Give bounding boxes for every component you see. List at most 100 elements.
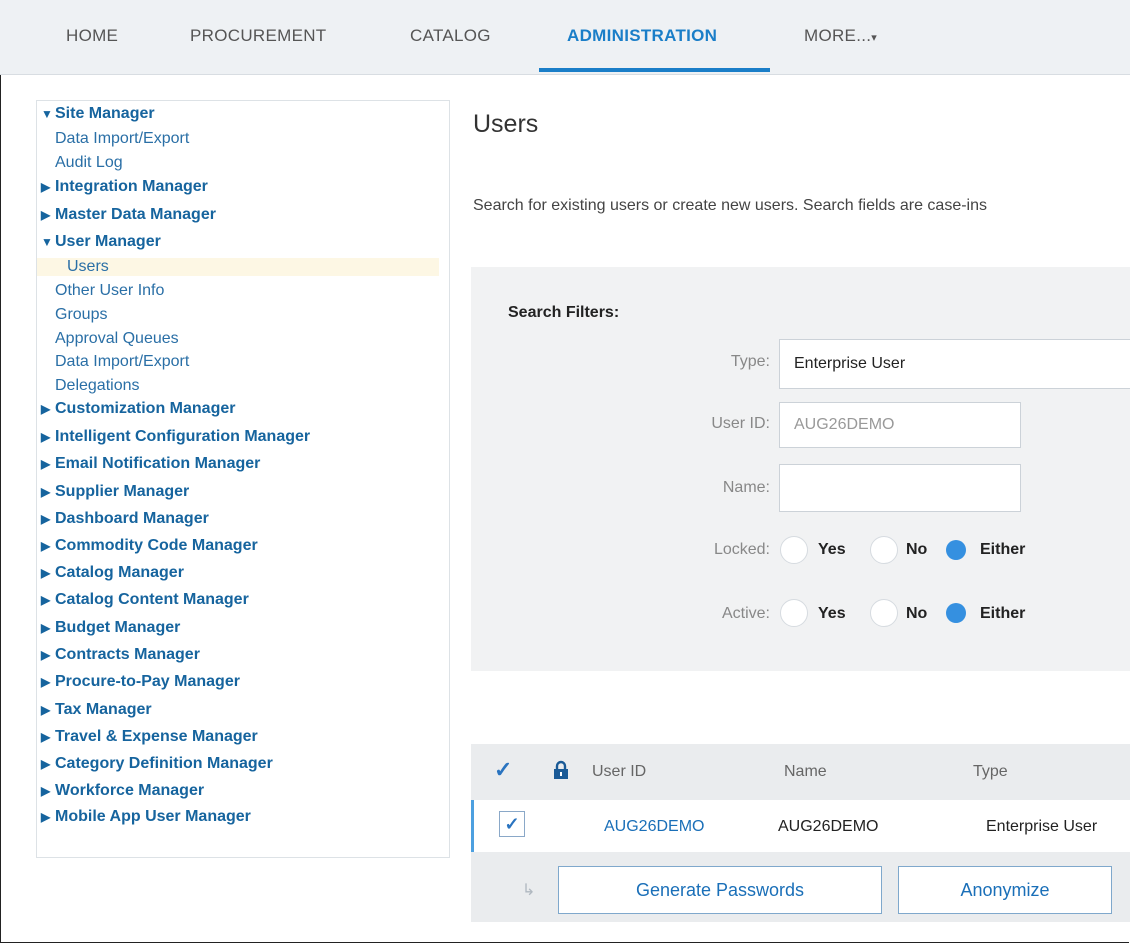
col-header-user-id[interactable]: User ID xyxy=(592,763,646,781)
active-yes-label: Yes xyxy=(818,605,846,622)
locked-yes-radio[interactable] xyxy=(780,536,808,564)
locked-no-radio[interactable] xyxy=(870,536,898,564)
user-id-input[interactable]: AUG26DEMO xyxy=(779,402,1021,448)
sidebar-item-label: Data Import/Export xyxy=(55,130,190,147)
collapsed-arrow-icon: ▶ xyxy=(41,208,51,222)
collapsed-arrow-icon: ▶ xyxy=(41,784,51,798)
sidebar-item-data-import-export[interactable]: Data Import/Export xyxy=(55,353,189,371)
sidebar-item-label: Travel & Expense Manager xyxy=(55,728,258,745)
sidebar-item-catalog-content-manager[interactable]: ▶ Catalog Content Manager xyxy=(41,591,249,609)
sidebar-item-integration-manager[interactable]: ▶ Integration Manager xyxy=(41,178,208,196)
sidebar-item-email-notification-manager[interactable]: ▶ Email Notification Manager xyxy=(41,455,260,473)
sidebar-item-supplier-manager[interactable]: ▶ Supplier Manager xyxy=(41,483,189,501)
active-yes-radio[interactable] xyxy=(780,599,808,627)
sidebar-item-label: Master Data Manager xyxy=(55,206,216,223)
expanded-arrow-icon: ▼ xyxy=(41,235,53,249)
tab-more[interactable]: MORE...▾ xyxy=(804,26,877,46)
sidebar-item-site-manager[interactable]: ▼ Site Manager xyxy=(41,105,155,123)
sidebar-item-delegations[interactable]: Delegations xyxy=(55,377,140,395)
row-user-id-link[interactable]: AUG26DEMO xyxy=(604,818,704,836)
sidebar-item-workforce-manager[interactable]: ▶ Workforce Manager xyxy=(41,782,204,800)
sidebar-item-label: Mobile App User Manager xyxy=(55,808,251,825)
row-name: AUG26DEMO xyxy=(778,818,879,835)
sidebar-item-label: Delegations xyxy=(55,377,140,394)
sidebar-item-label: Supplier Manager xyxy=(55,483,190,500)
sidebar-item-label: Approval Queues xyxy=(55,330,179,347)
sidebar-item-user-manager[interactable]: ▼ User Manager xyxy=(41,233,161,251)
collapsed-arrow-icon: ▶ xyxy=(41,810,51,824)
sidebar-item-contracts-manager[interactable]: ▶ Contracts Manager xyxy=(41,646,200,664)
active-tab-underline xyxy=(539,68,770,72)
collapsed-arrow-icon: ▶ xyxy=(41,730,51,744)
collapsed-arrow-icon: ▶ xyxy=(41,539,51,553)
sidebar-item-mobile-app-user-manager[interactable]: ▶ Mobile App User Manager xyxy=(41,808,251,826)
anonymize-button[interactable]: Anonymize xyxy=(898,866,1112,914)
sidebar-item-label: Groups xyxy=(55,306,108,323)
sidebar-item-label: Email Notification Manager xyxy=(55,455,261,472)
name-label: Name: xyxy=(722,479,770,496)
sidebar-item-audit-log[interactable]: Audit Log xyxy=(55,154,123,172)
locked-yes-label: Yes xyxy=(818,541,846,558)
sidebar-item-groups[interactable]: Groups xyxy=(55,306,107,324)
collapsed-arrow-icon: ▶ xyxy=(41,180,51,194)
sidebar-item-label: Integration Manager xyxy=(55,178,208,195)
collapsed-arrow-icon: ▶ xyxy=(41,703,51,717)
collapsed-arrow-icon: ▶ xyxy=(41,675,51,689)
sidebar-item-label: Commodity Code Manager xyxy=(55,537,258,554)
sidebar-item-catalog-manager[interactable]: ▶ Catalog Manager xyxy=(41,564,184,582)
collapsed-arrow-icon: ▶ xyxy=(41,593,51,607)
active-no-label: No xyxy=(906,605,928,622)
tab-administration[interactable]: ADMINISTRATION xyxy=(567,26,717,46)
sidebar-item-label: Budget Manager xyxy=(55,619,181,636)
col-header-name[interactable]: Name xyxy=(784,763,827,781)
expanded-arrow-icon: ▼ xyxy=(41,107,53,121)
sidebar-item-intelligent-configuration-manager[interactable]: ▶ Intelligent Configuration Manager xyxy=(41,428,310,446)
sidebar-item-label: Audit Log xyxy=(55,154,123,171)
sidebar-item-travel-expense-manager[interactable]: ▶ Travel & Expense Manager xyxy=(41,728,258,746)
sidebar-item-commodity-code-manager[interactable]: ▶ Commodity Code Manager xyxy=(41,537,258,555)
sidebar-item-category-definition-manager[interactable]: ▶ Category Definition Manager xyxy=(41,755,273,773)
sidebar-item-label: Customization Manager xyxy=(55,400,236,417)
sidebar-item-procure-to-pay-manager[interactable]: ▶ Procure-to-Pay Manager xyxy=(41,673,240,691)
collapsed-arrow-icon: ▶ xyxy=(41,457,51,471)
type-label: Type: xyxy=(730,353,770,370)
row-checkbox[interactable]: ✓ xyxy=(499,811,525,837)
sidebar-item-label: Data Import/Export xyxy=(55,353,190,370)
tab-catalog[interactable]: CATALOG xyxy=(410,26,491,46)
collapsed-arrow-icon: ▶ xyxy=(41,512,51,526)
collapsed-arrow-icon: ▶ xyxy=(41,430,51,444)
active-no-radio[interactable] xyxy=(870,599,898,627)
generate-passwords-button[interactable]: Generate Passwords xyxy=(558,866,882,914)
type-select[interactable]: Enterprise User xyxy=(779,339,1130,389)
collapsed-arrow-icon: ▶ xyxy=(41,757,51,771)
sidebar-item-users[interactable]: Users xyxy=(37,258,439,276)
sidebar-item-label: Users xyxy=(67,258,109,275)
locked-either-radio[interactable] xyxy=(946,540,966,560)
sidebar-item-label: Category Definition Manager xyxy=(55,755,273,772)
select-all-checkbox[interactable]: ✓ xyxy=(494,757,512,783)
top-nav: HOME PROCUREMENT CATALOG ADMINISTRATION … xyxy=(0,0,1130,75)
tab-procurement[interactable]: PROCUREMENT xyxy=(190,26,326,46)
sidebar-item-customization-manager[interactable]: ▶ Customization Manager xyxy=(41,400,235,418)
sidebar-item-label: Tax Manager xyxy=(55,701,152,718)
locked-either-label: Either xyxy=(980,541,1026,558)
active-either-radio[interactable] xyxy=(946,603,966,623)
page-title: Users xyxy=(473,110,539,138)
row-type: Enterprise User xyxy=(986,818,1098,835)
sidebar-item-tax-manager[interactable]: ▶ Tax Manager xyxy=(41,701,152,719)
sidebar-item-label: Site Manager xyxy=(55,105,155,122)
tab-more-label: MORE... xyxy=(804,26,872,45)
lock-icon xyxy=(554,760,568,779)
active-either-label: Either xyxy=(980,605,1026,622)
sidebar-item-budget-manager[interactable]: ▶ Budget Manager xyxy=(41,619,180,637)
sidebar-item-approval-queues[interactable]: Approval Queues xyxy=(55,330,179,348)
col-header-type[interactable]: Type xyxy=(973,763,1008,781)
collapsed-arrow-icon: ▶ xyxy=(41,566,51,580)
name-input[interactable] xyxy=(779,464,1021,512)
sidebar-item-data-import-export[interactable]: Data Import/Export xyxy=(55,130,189,148)
sidebar-item-label: Workforce Manager xyxy=(55,782,205,799)
sidebar-item-master-data-manager[interactable]: ▶ Master Data Manager xyxy=(41,206,216,224)
sidebar-item-other-user-info[interactable]: Other User Info xyxy=(55,282,164,300)
tab-home[interactable]: HOME xyxy=(66,26,118,46)
sidebar-item-dashboard-manager[interactable]: ▶ Dashboard Manager xyxy=(41,510,209,528)
